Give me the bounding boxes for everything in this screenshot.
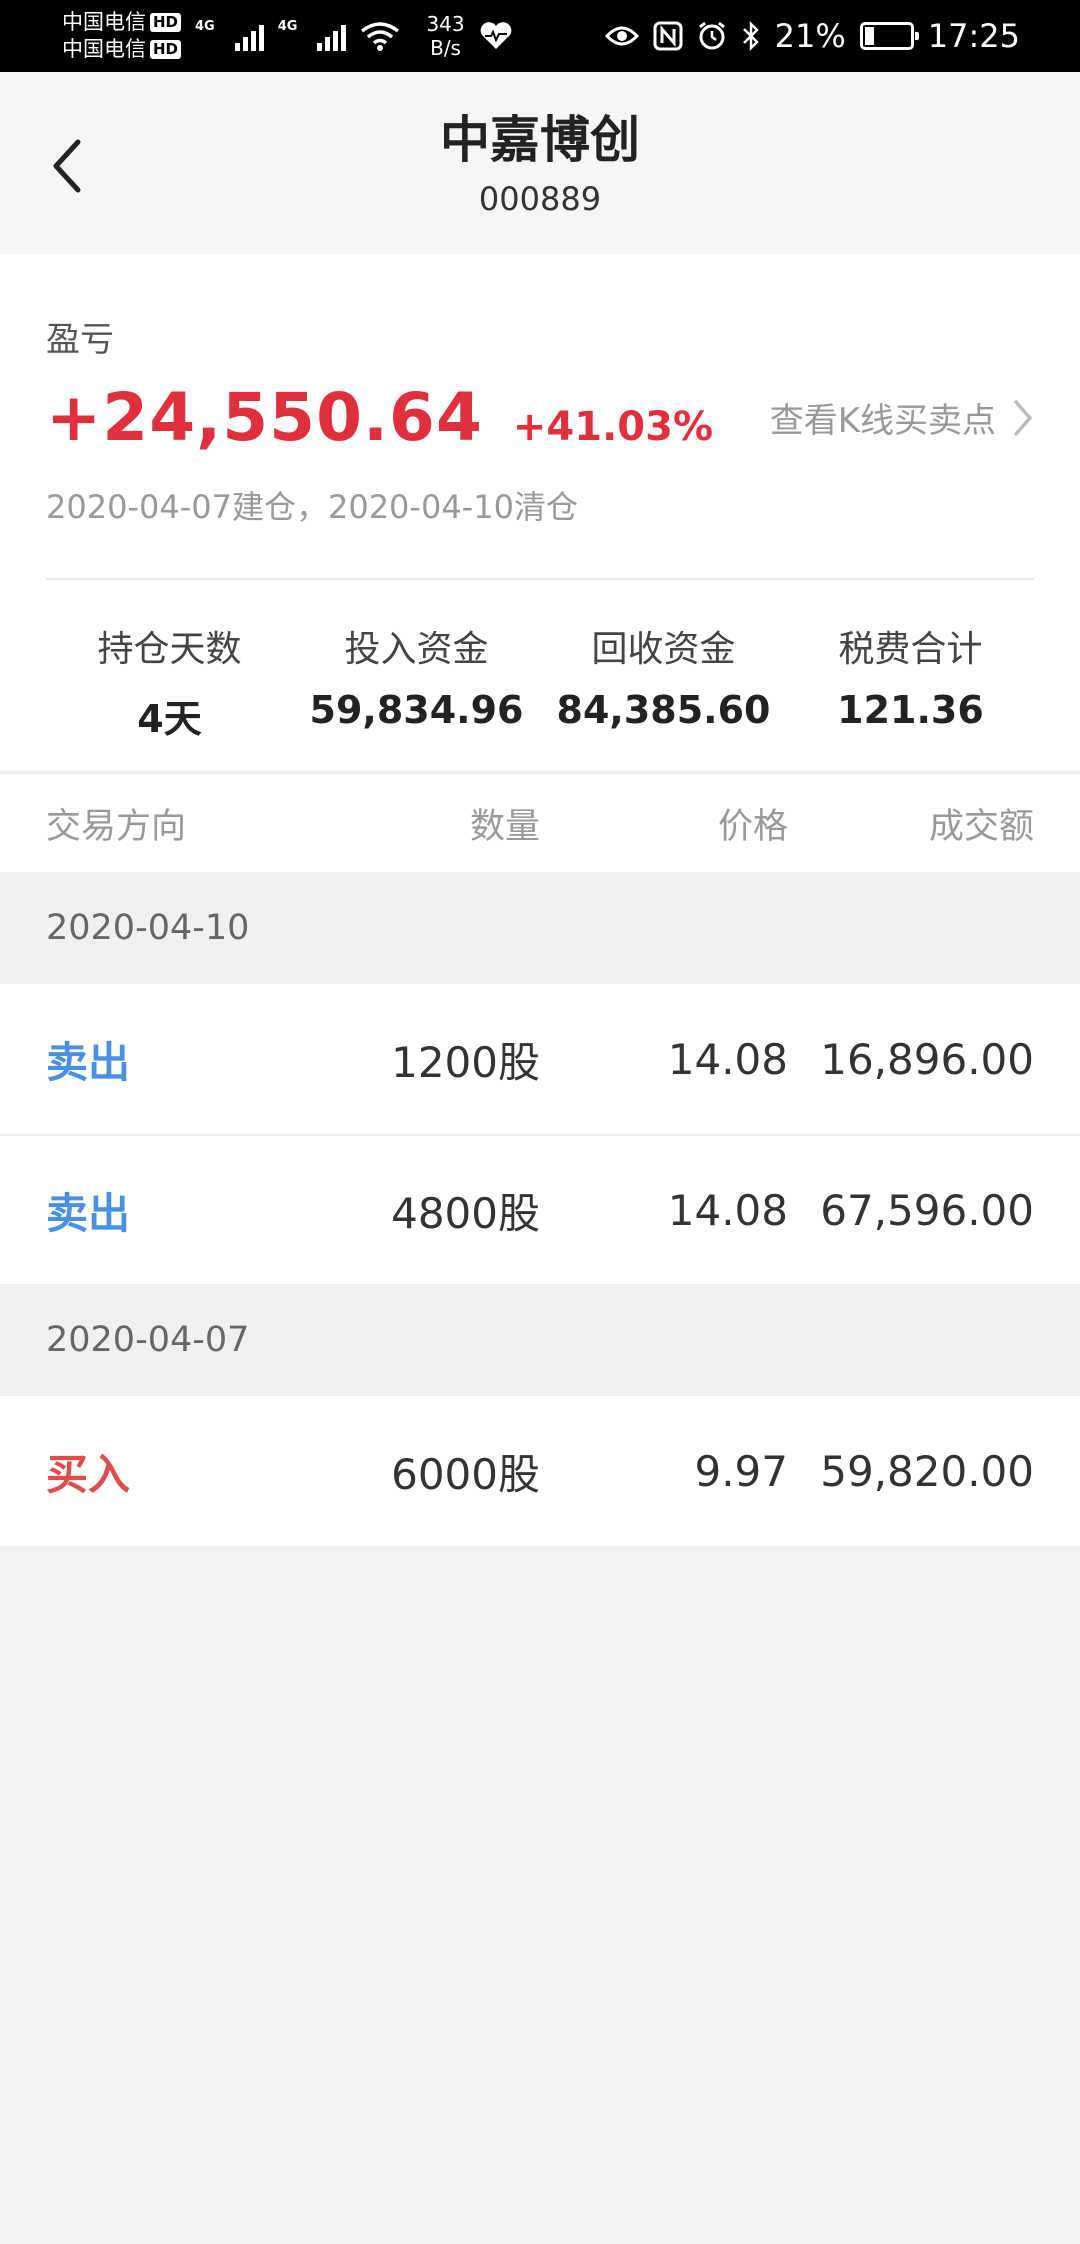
- stat-invested: 投入资金 59,834.96: [293, 620, 540, 743]
- stat-value: 4天: [137, 697, 202, 741]
- hd-badge: HD: [150, 40, 182, 59]
- trade-quantity: 6000股: [391, 1449, 540, 1499]
- stat-fees: 税费合计 121.36: [787, 620, 1034, 743]
- stat-value: 84,385.60: [556, 688, 771, 732]
- position-dates: 2020-04-07建仓，2020-04-10清仓: [46, 488, 578, 526]
- clock: 17:25: [927, 17, 1020, 55]
- header-amount: 成交额: [928, 806, 1034, 847]
- carrier-2: 中国电信: [62, 37, 146, 61]
- page-header: 中嘉博创 000889: [0, 72, 1080, 254]
- trade-price: 9.97: [694, 1446, 788, 1496]
- stats-row: 持仓天数 4天 投入资金 59,834.96 回收资金 84,385.60 税费…: [46, 620, 1034, 743]
- date-group-header: 2020-04-07: [0, 1284, 1080, 1396]
- kline-link-label: 查看K线买卖点: [769, 401, 996, 441]
- table-header: 交易方向 数量 价格 成交额: [0, 772, 1080, 872]
- header-price: 价格: [717, 806, 788, 847]
- carrier-info: 中国电信 HD 中国电信 HD: [62, 9, 182, 63]
- divider: [46, 578, 1034, 580]
- table-row[interactable]: 卖出 1200股 14.08 16,896.00: [0, 984, 1080, 1134]
- kline-link[interactable]: 查看K线买卖点: [770, 393, 1034, 442]
- back-arrow-icon[interactable]: [44, 136, 94, 196]
- status-bar: 中国电信 HD 中国电信 HD 4G 4G 343 B/s 21% 17:25: [0, 0, 1080, 72]
- trade-direction: 卖出: [46, 1188, 131, 1238]
- header-direction: 交易方向: [46, 806, 187, 847]
- trade-amount: 16,896.00: [820, 1034, 1034, 1084]
- battery-icon: [859, 22, 919, 50]
- date-group-header: 2020-04-10: [0, 872, 1080, 984]
- stat-recovered: 回收资金 84,385.60: [540, 620, 787, 743]
- trade-price: 14.08: [667, 1034, 788, 1084]
- net-speed: 343 B/s: [426, 12, 465, 60]
- trade-quantity: 1200股: [391, 1037, 540, 1087]
- stat-label: 回收资金: [591, 629, 736, 670]
- chevron-right-icon: [1014, 399, 1032, 436]
- nfc-icon: [653, 21, 683, 51]
- signal-icon: [234, 21, 264, 51]
- network-type: 4G: [277, 19, 298, 34]
- stat-label: 持仓天数: [97, 629, 242, 670]
- pl-label: 盈亏: [46, 320, 114, 360]
- alarm-icon: [698, 21, 725, 50]
- stat-value: 59,834.96: [309, 688, 524, 732]
- pl-row: +24,550.64 +41.03% 查看K线买卖点: [46, 379, 1034, 456]
- stat-label: 投入资金: [344, 629, 489, 670]
- stock-code: 000889: [478, 180, 602, 218]
- table-row[interactable]: 买入 6000股 9.97 59,820.00: [0, 1396, 1080, 1546]
- page-title: 中嘉博创: [440, 111, 640, 169]
- bluetooth-icon: [742, 21, 759, 51]
- wifi-icon: [361, 22, 400, 51]
- trade-amount: 67,596.00: [820, 1185, 1034, 1235]
- hd-badge: HD: [150, 13, 182, 32]
- table-row[interactable]: 卖出 4800股 14.08 67,596.00: [0, 1134, 1080, 1284]
- pl-amount: +24,550.64: [46, 379, 483, 456]
- stat-holding-days: 持仓天数 4天: [46, 620, 293, 743]
- stat-value: 121.36: [837, 688, 984, 732]
- pl-percent: +41.03%: [512, 404, 714, 450]
- signal-icon: [317, 21, 347, 51]
- battery-percent: 21%: [774, 17, 846, 55]
- trade-quantity: 4800股: [391, 1188, 540, 1238]
- trade-price: 14.08: [667, 1185, 788, 1235]
- header-quantity: 数量: [469, 806, 540, 847]
- trade-direction: 卖出: [46, 1037, 131, 1087]
- trade-amount: 59,820.00: [820, 1446, 1034, 1496]
- carrier-1: 中国电信: [62, 10, 146, 34]
- network-type: 4G: [195, 19, 215, 34]
- trade-direction: 买入: [46, 1449, 131, 1499]
- eye-icon: [604, 26, 639, 46]
- heart-health-icon: [480, 22, 511, 49]
- stat-label: 税费合计: [838, 629, 983, 670]
- summary-card: 盈亏 +24,550.64 +41.03% 查看K线买卖点 2020-04-07…: [0, 254, 1080, 770]
